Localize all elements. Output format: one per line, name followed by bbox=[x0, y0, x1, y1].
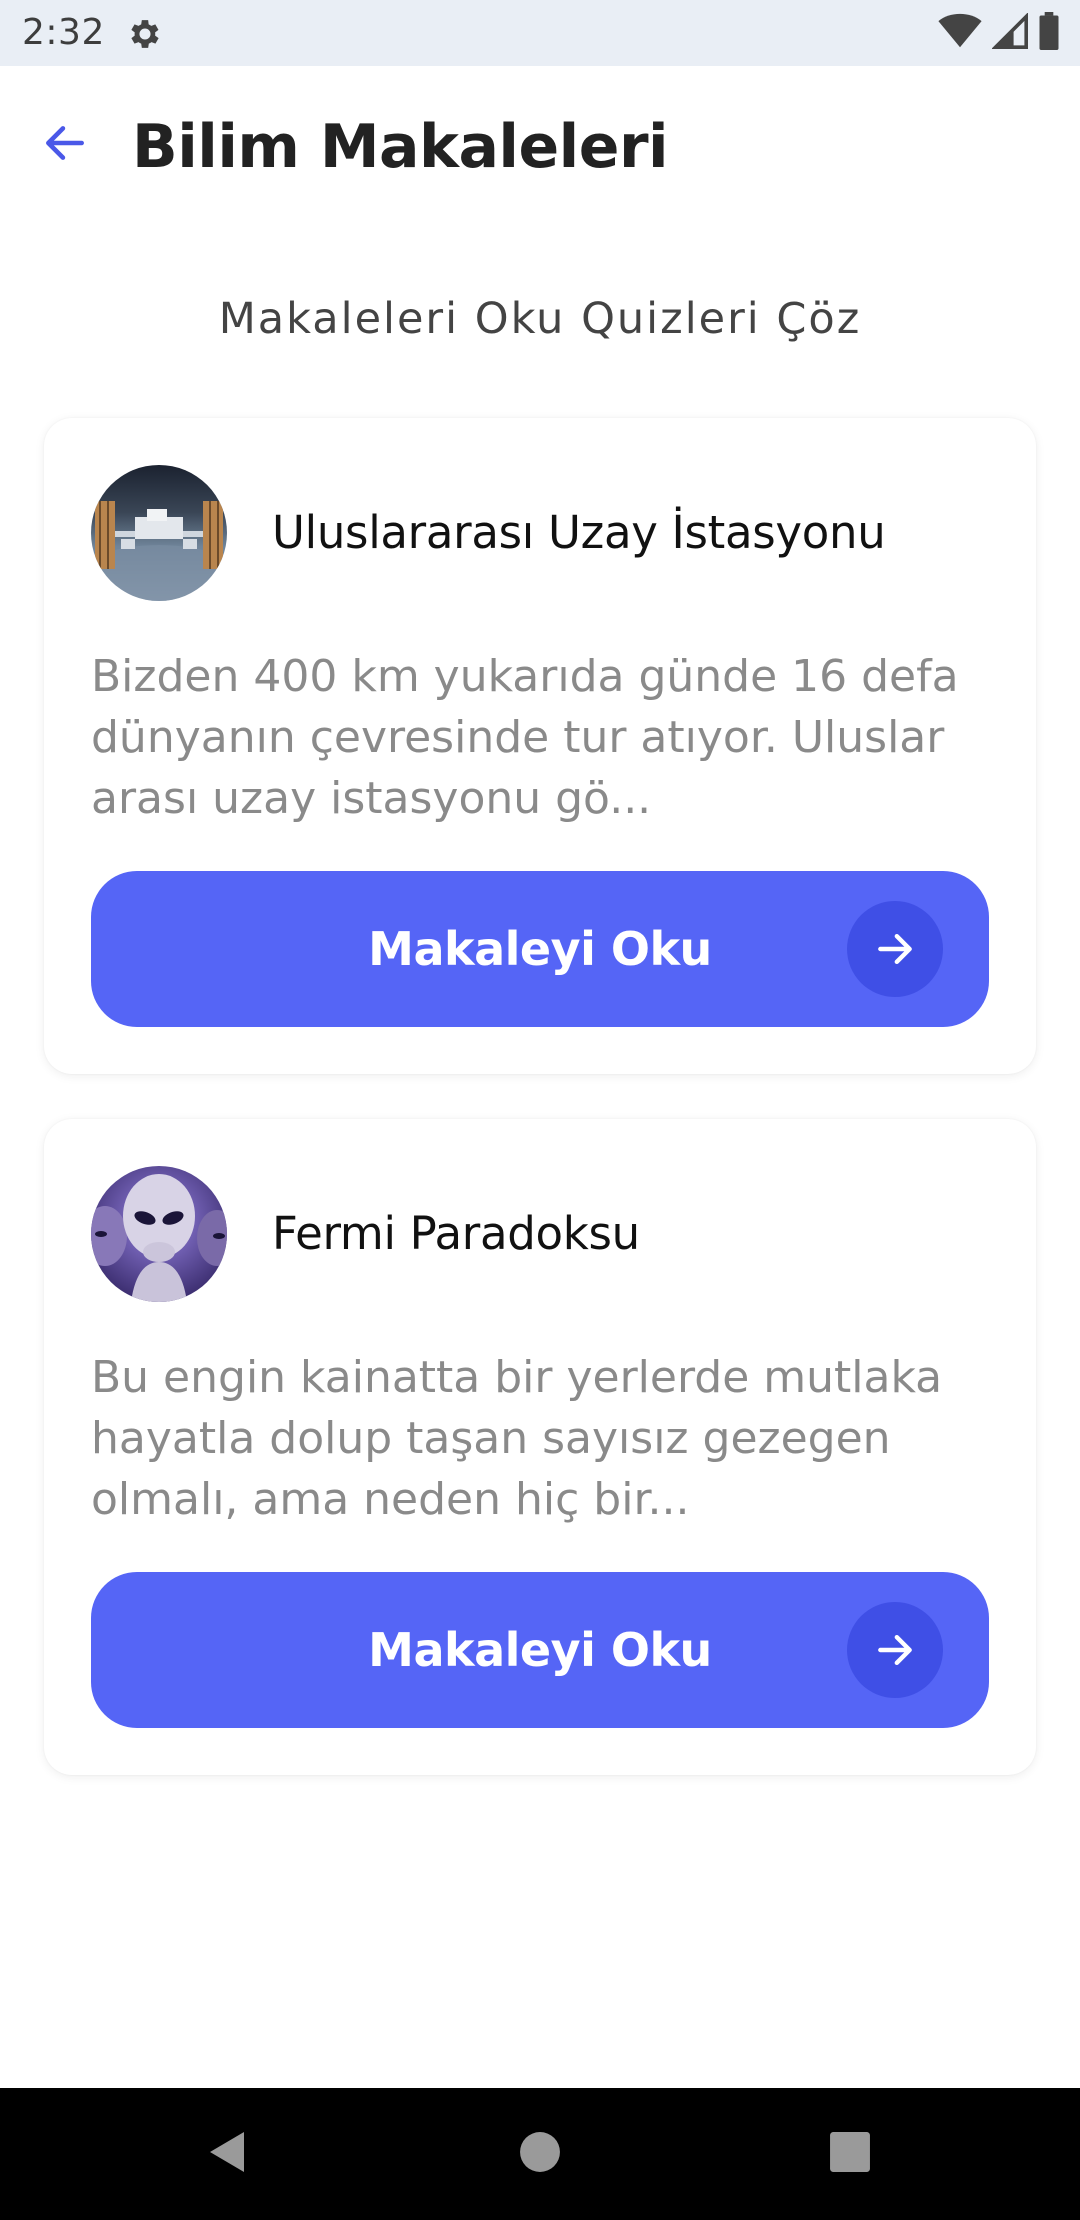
arrow-left-icon bbox=[40, 118, 90, 172]
back-button[interactable] bbox=[36, 116, 94, 174]
nav-back-button[interactable] bbox=[160, 2088, 292, 2220]
page-title: Bilim Makaleleri bbox=[132, 112, 669, 182]
article-card: Fermi Paradoksu Bu engin kainatta bir ye… bbox=[44, 1119, 1036, 1775]
page-subtitle: Makaleleri Oku Quizleri Çöz bbox=[218, 294, 862, 344]
nav-recents-button[interactable] bbox=[784, 2088, 916, 2220]
arrow-right-icon bbox=[847, 1602, 943, 1698]
nav-home-icon bbox=[519, 2131, 561, 2177]
status-icons bbox=[938, 12, 1060, 54]
read-article-label: Makaleyi Oku bbox=[368, 1623, 712, 1677]
battery-icon bbox=[1038, 12, 1060, 54]
cell-signal-icon bbox=[991, 12, 1028, 53]
read-article-button[interactable]: Makaleyi Oku bbox=[91, 871, 989, 1027]
screen: 2:32 Bilim Makaleleri Makaleleri Oku Qui… bbox=[0, 0, 1080, 2220]
read-article-button[interactable]: Makaleyi Oku bbox=[91, 1572, 989, 1728]
system-nav-bar bbox=[0, 2088, 1080, 2220]
article-title: Uluslararası Uzay İstasyonu bbox=[272, 506, 886, 559]
article-description: Bu engin kainatta bir yerlerde mutlaka h… bbox=[91, 1352, 943, 1525]
article-description: Bizden 400 km yukarıda günde 16 defa dün… bbox=[91, 651, 959, 824]
nav-recents-icon bbox=[829, 2131, 871, 2177]
nav-home-button[interactable] bbox=[474, 2088, 606, 2220]
wifi-icon bbox=[938, 13, 982, 53]
status-bar: 2:32 bbox=[0, 0, 1080, 66]
read-article-label: Makaleyi Oku bbox=[368, 922, 712, 976]
nav-back-icon bbox=[204, 2128, 248, 2180]
article-image bbox=[91, 465, 227, 601]
article-title: Fermi Paradoksu bbox=[272, 1207, 640, 1260]
status-time: 2:32 bbox=[22, 12, 105, 53]
article-image bbox=[91, 1166, 227, 1302]
gear-icon bbox=[126, 15, 164, 53]
app-bar: Bilim Makaleleri bbox=[0, 66, 1080, 236]
article-card: Uluslararası Uzay İstasyonu Bizden 400 k… bbox=[44, 418, 1036, 1074]
arrow-right-icon bbox=[847, 901, 943, 997]
